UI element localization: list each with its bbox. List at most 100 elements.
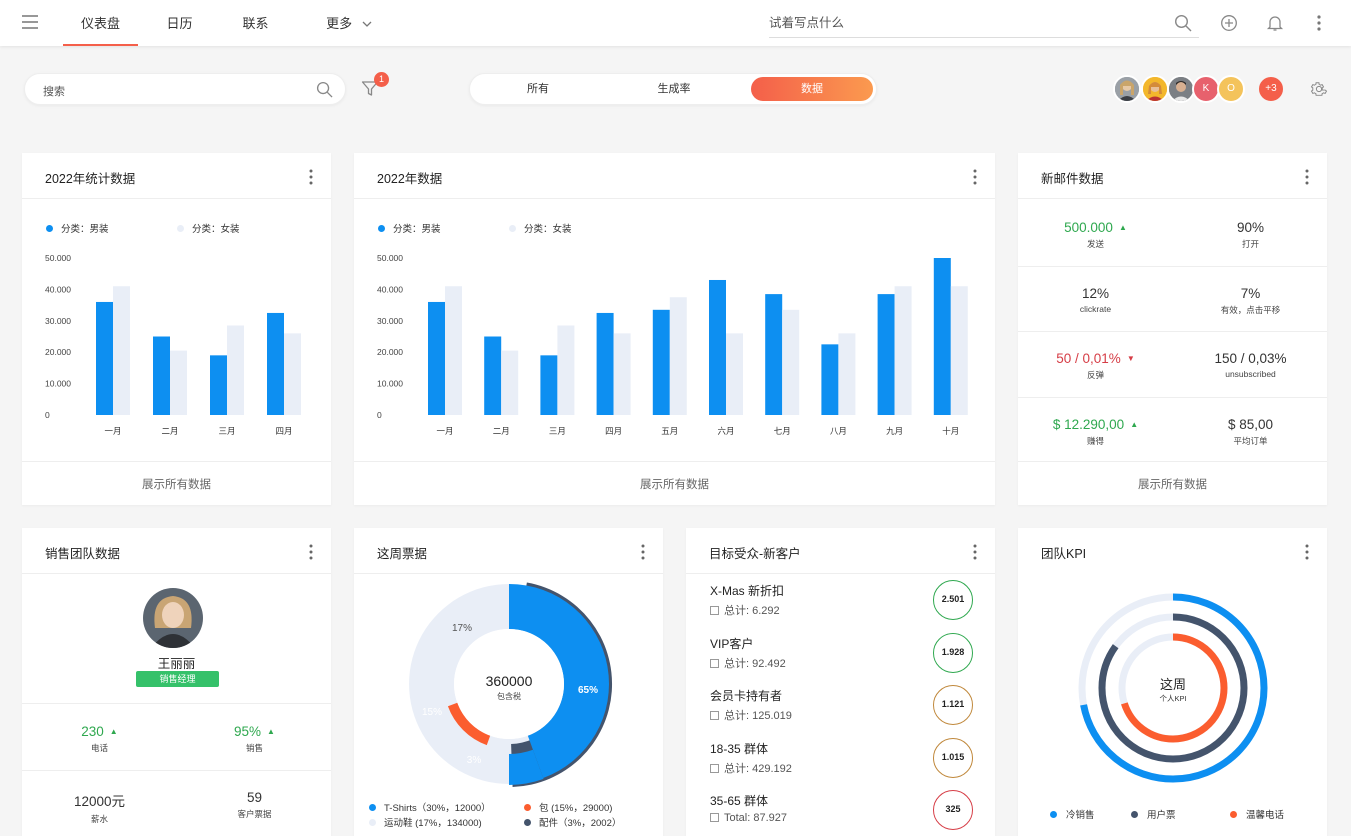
nav-tab-dashboard[interactable]: 仪表盘 (63, 0, 138, 46)
show-all-data-link[interactable]: 展示所有数据 (1018, 476, 1327, 492)
bar (821, 344, 839, 415)
y-tick-label: 20.000 (377, 347, 403, 357)
bar (445, 286, 462, 415)
tickets-card: 这周票据 65% 17% 15% 3% 360000 包含税 T-Shirts（30%，1… (354, 528, 663, 836)
legend-label: 配件（3%，2002） (539, 818, 622, 829)
divider (354, 461, 995, 462)
bar (227, 325, 244, 415)
bell-icon[interactable] (1266, 14, 1284, 32)
search-icon[interactable] (1174, 14, 1192, 32)
avatar[interactable]: K (1192, 75, 1220, 103)
trend-up-icon: ▲ (1118, 223, 1127, 232)
list-item-total-text: 总计: 6.292 (724, 605, 780, 617)
more-vertical-icon[interactable] (309, 169, 313, 185)
stat-value: 500.000 (1064, 220, 1113, 235)
divider (22, 198, 331, 199)
score-circle: 1.928 (933, 632, 973, 673)
divider (1018, 397, 1327, 398)
divider (686, 573, 995, 574)
y-tick-label: 40.000 (377, 284, 403, 294)
search-icon[interactable] (316, 81, 333, 98)
nav-tab-more[interactable]: 更多 (318, 0, 380, 46)
divider (354, 198, 995, 199)
more-avatars-badge[interactable]: +3 (1257, 75, 1285, 103)
stat-value: 50 / 0,01% (1056, 351, 1121, 366)
bar (782, 309, 800, 415)
stat-label: unsubscribed (1225, 369, 1276, 379)
avatar[interactable] (1113, 75, 1141, 103)
x-tick-label: 四月 (275, 426, 292, 436)
card-title: 2022年统计数据 (45, 172, 136, 186)
segment-all[interactable]: 所有 (473, 77, 603, 101)
bar (765, 294, 783, 415)
y-tick-label: 0 (377, 410, 382, 420)
y-tick-label: 50.000 (377, 253, 403, 263)
top-search-input[interactable]: 试着写点什么 (769, 10, 1199, 38)
bar (284, 333, 301, 415)
slice-label: 17% (452, 623, 472, 634)
sales-team-card: 销售团队数据 王丽丽 销售经理 230 ▲ 电话 95% ▲ 销售 12000元 薪水 5… (22, 528, 331, 836)
nav-tab-label: 日历 (166, 16, 193, 31)
bar (210, 355, 227, 415)
y-tick-label: 30.000 (377, 316, 403, 326)
bar (170, 350, 187, 415)
profile-name: 王丽丽 (157, 657, 196, 671)
stat-label: clickrate (1079, 304, 1112, 314)
x-tick-label: 六月 (717, 426, 734, 436)
segment-data[interactable]: 数据 (751, 77, 873, 101)
legend-item-accessories: 配件（3%，2002） (524, 815, 621, 829)
bar (113, 286, 130, 415)
legend-item-bags: 包 (15%，29000) (524, 800, 612, 814)
show-all-data-link[interactable]: 展示所有数据 (354, 476, 995, 492)
stat-value: 12% (1081, 286, 1110, 301)
calendar-icon (710, 813, 719, 822)
settings-gear-icon[interactable] (1310, 80, 1328, 98)
more-vertical-icon[interactable] (973, 169, 977, 185)
nav-tab-contacts[interactable]: 联系 (228, 0, 283, 46)
more-vertical-icon[interactable] (309, 544, 313, 560)
score-circle: 1.015 (933, 737, 973, 778)
add-circle-icon[interactable] (1220, 14, 1238, 32)
filter-button[interactable]: 1 (361, 72, 389, 98)
search-input[interactable]: 搜索 (24, 73, 346, 105)
more-vertical-icon[interactable] (1310, 14, 1328, 32)
segment-generation-rate[interactable]: 生成率 (609, 77, 739, 101)
calendar-icon (710, 711, 719, 720)
legend-dot (378, 224, 385, 232)
bar (540, 355, 558, 415)
x-tick-label: 九月 (886, 426, 903, 436)
legend-dot (1050, 810, 1057, 818)
stat-value: 95% (234, 724, 262, 739)
trend-down-icon: ▼ (1126, 354, 1135, 363)
stat-value: $ 85,00 (1227, 417, 1274, 432)
legend-dot (524, 803, 531, 811)
stat-effective: 7% 有效，点击平移 (1173, 286, 1328, 316)
more-vertical-icon[interactable] (1305, 169, 1309, 185)
show-all-data-link[interactable]: 展示所有数据 (22, 476, 331, 492)
calendar-icon (710, 606, 719, 615)
mail-stats-card: 新邮件数据 500.000 ▲ 发送 90% 打开 12% clickrate 7% 有效… (1018, 153, 1327, 505)
more-vertical-icon[interactable] (973, 544, 977, 560)
x-tick-label: 五月 (661, 426, 678, 436)
bar (877, 294, 895, 415)
target-audience-card: 目标受众-新客户 X-Mas 新折扣 总计: 6.292 2.501 VIP客户 总计:… (686, 528, 995, 836)
bar-chart: 50.000 40.000 30.000 20.000 10.000 0 一月 二月 三月 四月 (45, 253, 301, 436)
stat-unsubscribed: 150 / 0,03% unsubscribed (1173, 351, 1328, 379)
legend-dot (1131, 810, 1138, 818)
stat-avg-order: $ 85,00 平均订单 (1173, 417, 1328, 447)
nav-tab-calendar[interactable]: 日历 (152, 0, 207, 46)
donut-chart: 65% 17% 15% 3% 360000 包含税 (409, 582, 613, 787)
legend-item-men: 分类：男装 (46, 221, 109, 235)
avatar[interactable]: O (1217, 75, 1245, 103)
segmented-control: 所有 生成率 数据 (469, 73, 877, 105)
nav-tab-label: 联系 (242, 16, 269, 31)
more-vertical-icon[interactable] (641, 544, 645, 560)
bar (838, 333, 856, 415)
stat-label: 反弹 (1086, 370, 1104, 380)
more-vertical-icon[interactable] (1305, 544, 1309, 560)
hamburger-menu-icon[interactable] (22, 15, 38, 29)
avatar[interactable] (1167, 75, 1195, 103)
avatar[interactable] (1141, 75, 1169, 103)
legend-label: 运动鞋 (17%，134000) (384, 818, 482, 829)
card-title: 销售团队数据 (45, 547, 121, 561)
